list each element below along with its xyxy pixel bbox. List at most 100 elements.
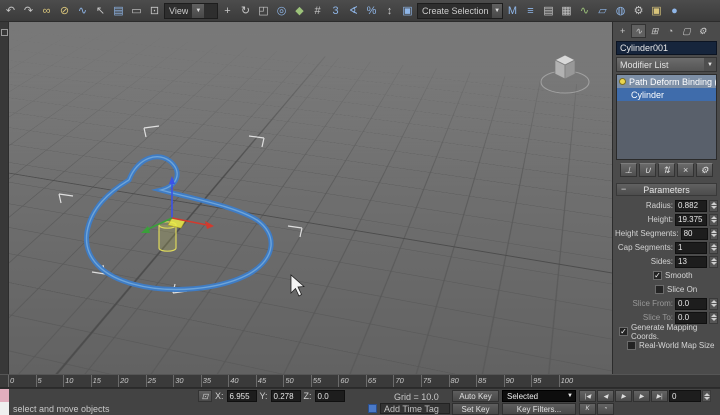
chevron-down-icon[interactable]: ▼ (704, 58, 716, 71)
go-to-end-button[interactable]: ▶| (651, 390, 668, 402)
select-and-rotate-icon[interactable]: ↻ (237, 2, 254, 19)
select-and-move-icon[interactable]: + (219, 2, 236, 19)
slice-on-checkbox[interactable] (655, 285, 664, 294)
use-pivot-center-icon[interactable]: ◎ (273, 2, 290, 19)
view-cube[interactable] (541, 55, 589, 93)
parameter-value-field[interactable]: 19.375 (675, 214, 707, 226)
current-frame-field[interactable]: 0 (669, 390, 701, 402)
x-coordinate-field[interactable]: 6.955 (227, 390, 257, 402)
spinner-snap-icon[interactable]: ↕ (381, 2, 398, 19)
make-unique-button[interactable]: ⇅ (658, 163, 675, 177)
smooth-checkbox[interactable] (653, 271, 662, 280)
named-selection-set-combo[interactable]: Create Selection Se ▼ (417, 3, 503, 19)
y-coordinate-field[interactable]: 0.278 (271, 390, 301, 402)
layer-manager-icon[interactable]: ▤ (540, 2, 557, 19)
remove-modifier-button[interactable]: × (677, 163, 694, 177)
select-and-link-icon[interactable]: ∞ (38, 2, 55, 19)
redo-icon[interactable]: ↷ (20, 2, 37, 19)
bind-to-space-warp-icon[interactable]: ∿ (74, 2, 91, 19)
frame-tick[interactable]: 60 (338, 375, 366, 387)
spinner[interactable] (710, 228, 718, 240)
frame-tick[interactable]: 15 (91, 375, 119, 387)
edit-named-selection-sets-icon[interactable]: ▣ (399, 2, 416, 19)
selection-lock-toggle[interactable]: ⊡ (198, 390, 212, 402)
modifier-stack-item-cylinder[interactable]: Cylinder (617, 88, 716, 101)
parameter-value-field[interactable]: 0.882 (675, 200, 707, 212)
frame-tick[interactable]: 5 (36, 375, 64, 387)
generate-mapping-checkbox[interactable] (619, 327, 628, 336)
chevron-down-icon[interactable]: ▼ (492, 4, 502, 18)
slice-value-field[interactable]: 0.0 (675, 298, 707, 310)
previous-frame-button[interactable]: ◀ (597, 390, 614, 402)
configure-modifier-sets-button[interactable]: ⚙ (696, 163, 713, 177)
tab-create[interactable]: + (615, 24, 630, 38)
render-setup-icon[interactable]: ⚙ (630, 2, 647, 19)
add-time-tag[interactable]: Add Time Tag (368, 403, 450, 414)
undo-icon[interactable]: ↶ (2, 2, 19, 19)
frame-tick[interactable]: 75 (421, 375, 449, 387)
parameter-value-field[interactable]: 1 (675, 242, 707, 254)
frame-spinner[interactable] (702, 390, 711, 402)
graphite-ribbon-icon[interactable]: ▦ (558, 2, 575, 19)
modifier-enabled-icon[interactable] (619, 78, 626, 85)
key-filters-button[interactable]: Key Filters... (502, 403, 576, 415)
unlink-selection-icon[interactable]: ⊘ (56, 2, 73, 19)
parameter-value-field[interactable]: 80 (681, 228, 708, 240)
tab-display[interactable]: ▢ (679, 24, 694, 38)
parameters-rollout-header[interactable]: − Parameters (616, 183, 717, 196)
modifier-list-dropdown[interactable]: Modifier List ▼ (616, 57, 717, 72)
time-slider-ruler[interactable]: 0510152025303540455055606570758085909510… (0, 374, 720, 388)
angle-snap-icon[interactable]: ∢ (345, 2, 362, 19)
percent-snap-icon[interactable]: % (363, 2, 380, 19)
spinner[interactable] (709, 298, 718, 310)
modifier-stack-item-path-deform[interactable]: Path Deform Binding (WS (617, 75, 716, 88)
schematic-view-icon[interactable]: ▱ (594, 2, 611, 19)
render-production-icon[interactable]: ● (666, 2, 683, 19)
go-to-start-button[interactable]: |◀ (579, 390, 596, 402)
reference-coordinate-dropdown[interactable]: View ▼ (164, 3, 218, 19)
frame-tick[interactable]: 95 (531, 375, 559, 387)
frame-ruler[interactable]: 0510152025303540455055606570758085909510… (8, 375, 586, 387)
spinner[interactable] (709, 200, 718, 212)
frame-tick[interactable]: 45 (256, 375, 284, 387)
next-frame-button[interactable]: ▶ (633, 390, 650, 402)
frame-tick[interactable]: 70 (393, 375, 421, 387)
frame-tick[interactable]: 65 (366, 375, 394, 387)
frame-tick[interactable]: 25 (146, 375, 174, 387)
pin-stack-button[interactable]: ⊥ (620, 163, 637, 177)
maxscript-mini-listener[interactable] (0, 389, 9, 415)
tab-utilities[interactable]: ⚙ (695, 24, 710, 38)
select-and-manipulate-icon[interactable]: ◆ (291, 2, 308, 19)
tab-motion[interactable]: ◔ (663, 24, 678, 38)
snap-toggle-3d-icon[interactable]: 3 (327, 2, 344, 19)
listener-script-pane[interactable] (0, 402, 9, 415)
spinner[interactable] (709, 242, 718, 254)
tab-hierarchy[interactable]: ⊞ (647, 24, 662, 38)
curve-editor-icon[interactable]: ∿ (576, 2, 593, 19)
frame-tick[interactable]: 55 (311, 375, 339, 387)
frame-tick[interactable]: 35 (201, 375, 229, 387)
frame-tick[interactable]: 30 (173, 375, 201, 387)
play-button[interactable]: ▶ (615, 390, 632, 402)
rectangular-selection-region-icon[interactable]: ▭ (128, 2, 145, 19)
rendered-frame-window-icon[interactable]: ▣ (648, 2, 665, 19)
object-name-field[interactable]: Cylinder001 (616, 41, 717, 55)
time-configuration-button[interactable]: ◔ (597, 403, 614, 415)
mirror-icon[interactable]: M (504, 2, 521, 19)
frame-tick[interactable]: 40 (228, 375, 256, 387)
real-world-map-checkbox[interactable] (627, 341, 636, 350)
z-coordinate-field[interactable]: 0.0 (315, 390, 345, 402)
keyboard-override-icon[interactable]: # (309, 2, 326, 19)
perspective-viewport[interactable] (9, 22, 612, 374)
frame-tick[interactable]: 90 (504, 375, 532, 387)
select-and-scale-icon[interactable]: ◰ (255, 2, 272, 19)
selection-filter-dropdown[interactable]: Selected ▼ (502, 390, 576, 402)
show-end-result-button[interactable]: ∪ (639, 163, 656, 177)
spinner[interactable] (709, 214, 718, 226)
modifier-stack[interactable]: Path Deform Binding (WS Cylinder (616, 74, 717, 160)
key-mode-toggle[interactable]: K (579, 403, 596, 415)
listener-macro-pane[interactable] (0, 389, 9, 402)
material-editor-icon[interactable]: ◍ (612, 2, 629, 19)
frame-tick[interactable]: 10 (63, 375, 91, 387)
frame-tick[interactable]: 80 (449, 375, 477, 387)
